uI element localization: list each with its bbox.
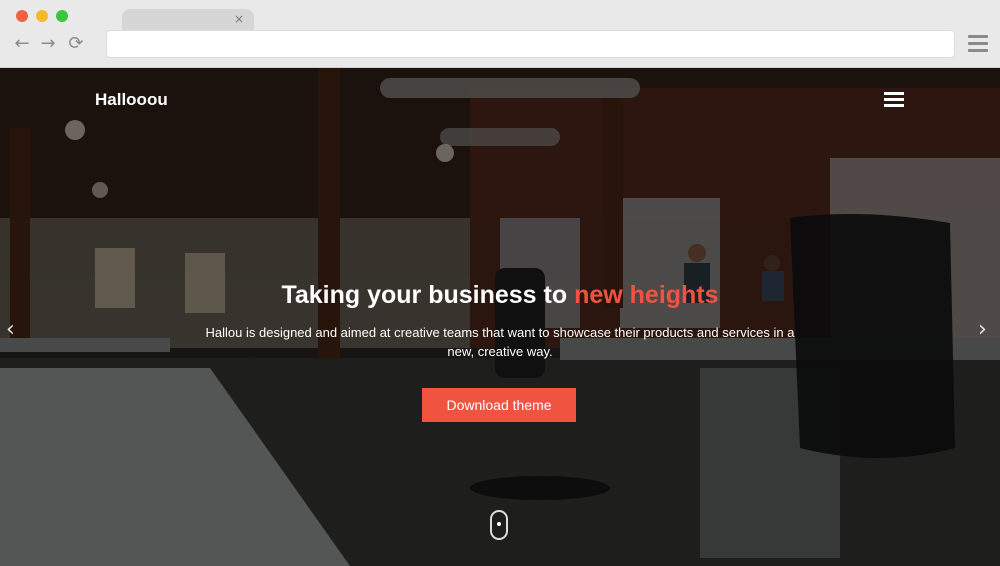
back-arrow-icon[interactable]: ←: [12, 33, 32, 55]
browser-chrome: × ← → ⟳: [0, 0, 1000, 68]
address-bar[interactable]: [106, 30, 955, 58]
hero-subtitle: Hallou is designed and aimed at creative…: [205, 325, 795, 359]
site-logo[interactable]: Hallooou: [95, 90, 168, 110]
mouse-scroll-icon[interactable]: [490, 510, 508, 540]
hero-title-main: Taking your business to: [281, 281, 575, 309]
office-background-image: [0, 68, 1000, 566]
window-controls: [16, 10, 68, 22]
chevron-right-icon[interactable]: ›: [978, 318, 987, 342]
chevron-left-icon[interactable]: ‹: [6, 318, 15, 342]
hero-title-accent: new heights: [574, 281, 719, 309]
close-window-button[interactable]: [16, 10, 28, 22]
forward-arrow-icon[interactable]: →: [38, 33, 58, 55]
hero-section: Hallooou Taking your business to new hei…: [0, 68, 1000, 566]
browser-menu-icon[interactable]: [968, 35, 988, 53]
download-theme-button[interactable]: Download theme: [422, 388, 576, 422]
close-icon[interactable]: ×: [234, 12, 244, 26]
hamburger-menu-icon[interactable]: [884, 92, 904, 107]
minimize-window-button[interactable]: [36, 10, 48, 22]
reload-icon[interactable]: ⟳: [66, 33, 86, 55]
hero-title: Taking your business to new heights: [0, 281, 1000, 310]
browser-tab[interactable]: ×: [122, 9, 254, 31]
maximize-window-button[interactable]: [56, 10, 68, 22]
